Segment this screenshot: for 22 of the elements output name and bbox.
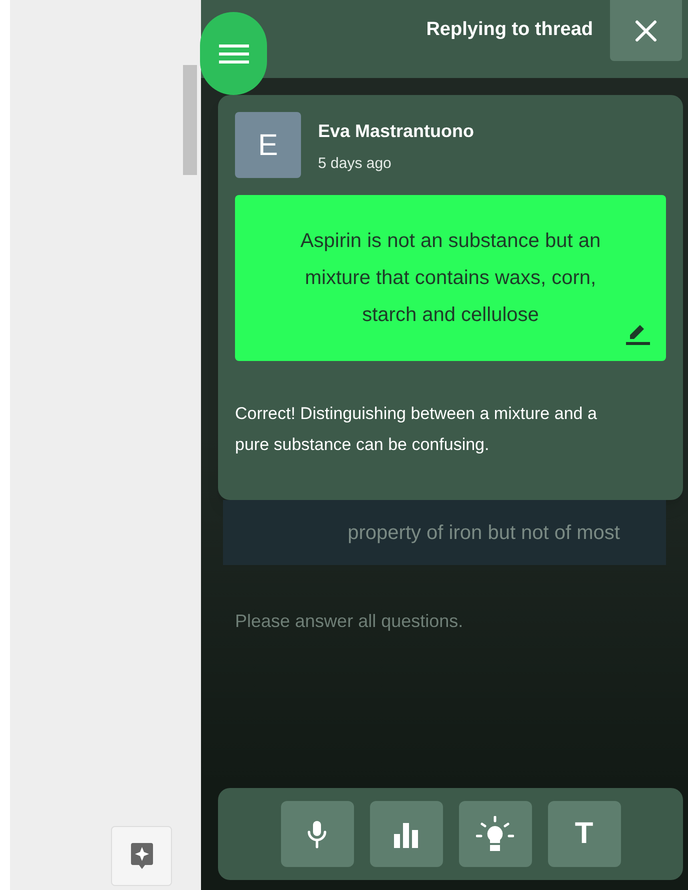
- chart-button[interactable]: [370, 801, 442, 867]
- comment-time: 5 days ago: [318, 154, 392, 174]
- microphone-button[interactable]: [280, 801, 354, 867]
- close-icon: [634, 18, 658, 42]
- bar-chart-icon: [393, 820, 419, 848]
- notice-text: Please answer all questions.: [235, 610, 464, 633]
- idea-button[interactable]: [458, 801, 532, 867]
- header-title: Replying to thread: [426, 18, 593, 42]
- add-comment-button[interactable]: [111, 826, 172, 886]
- reply-text: Correct! Distinguishing between a mixture and a pure substance can be confusing.: [235, 403, 598, 456]
- avatar: E: [235, 112, 301, 178]
- edit-icon[interactable]: [626, 323, 650, 345]
- dimmed-answer-text: property of iron but not of most: [348, 520, 620, 546]
- lightbulb-icon: [476, 816, 514, 852]
- text-button[interactable]: T: [548, 801, 620, 867]
- close-button[interactable]: [610, 0, 682, 61]
- microphone-icon: [306, 819, 328, 849]
- sparkle-speech-bubble-icon: [130, 843, 152, 869]
- author-name: Eva Mastrantuono: [318, 120, 474, 143]
- answer-text: Aspirin is not an substance but an mixture that contains waxs, corn, starch and cellulose: [299, 228, 602, 328]
- scrollbar[interactable]: [183, 65, 197, 175]
- menu-icon: [218, 42, 248, 64]
